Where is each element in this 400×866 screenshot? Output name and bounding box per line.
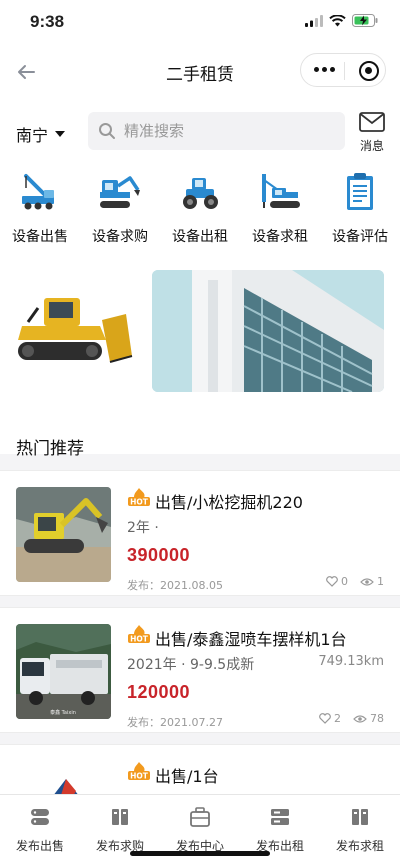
category-rent-out[interactable]: 设备出租 [160, 172, 240, 246]
clipboard-icon [347, 173, 373, 210]
cellular-signal-icon [305, 14, 323, 27]
category-evaluate[interactable]: 设备评估 [320, 172, 400, 246]
heart-icon [326, 576, 338, 587]
nav-bar: 二手租赁 [0, 48, 400, 94]
svg-text:HOT: HOT [130, 772, 149, 781]
roller-tractor-icon [183, 178, 218, 209]
listing-price: 120000 [127, 682, 191, 702]
caret-down-icon [55, 131, 66, 137]
promo-banner[interactable] [0, 270, 400, 396]
listing-title: 出售/泰鑫湿喷车摆样机1台 [155, 630, 347, 649]
listing-thumbnail: 泰鑫 Taixin [16, 624, 111, 719]
excavator-icon [100, 176, 140, 208]
view-stat: 1 [360, 575, 384, 588]
crane-truck-icon [22, 174, 54, 210]
like-count: 0 [341, 575, 348, 588]
category-label: 设备评估 [332, 229, 388, 245]
like-stat[interactable]: 2 [319, 712, 341, 725]
tab-label: 发布求租 [335, 839, 384, 853]
listing-title: 出售/小松挖掘机220 [155, 493, 303, 512]
view-stat: 78 [353, 712, 384, 725]
toolbox-icon [190, 807, 210, 827]
category-grid: 设备出售 设备求购 设备出租 设备求租 设备评估 [0, 172, 400, 246]
category-label: 设备求购 [92, 229, 148, 245]
category-rent-in[interactable]: 设备求租 [240, 172, 320, 246]
status-time: 9:38 [30, 12, 65, 31]
search-box[interactable] [88, 112, 345, 150]
svg-text:HOT: HOT [130, 635, 149, 644]
hot-badge-icon: HOT [128, 625, 150, 644]
capsule-divider [344, 62, 345, 80]
server-icon [271, 809, 289, 825]
listing-price: 390000 [127, 545, 191, 565]
category-sell[interactable]: 设备出售 [0, 172, 80, 246]
listing-date: 发布：2021.08.05 [127, 579, 223, 592]
listing-distance: 749.13km [318, 654, 384, 669]
city-label: 南宁 [16, 126, 49, 145]
listing-stats: 0 1 [326, 575, 384, 588]
close-target-icon[interactable] [359, 61, 379, 81]
message-button[interactable]: 消息 [355, 112, 389, 154]
books-icon [352, 809, 368, 825]
more-dots-icon[interactable] [314, 67, 335, 72]
section-title: 热门推荐 [16, 439, 84, 459]
like-count: 2 [334, 712, 341, 725]
view-count: 78 [370, 712, 384, 725]
building-photo [152, 270, 384, 392]
category-label: 设备求租 [252, 229, 308, 245]
books-icon [112, 809, 128, 825]
view-count: 1 [377, 575, 384, 588]
drill-rig-icon [262, 174, 300, 208]
home-indicator [130, 851, 270, 856]
category-label: 设备出租 [172, 229, 228, 245]
category-label: 设备出售 [12, 229, 68, 245]
eye-icon [360, 577, 374, 586]
listing-card[interactable]: HOT 出售/小松挖掘机220 2年 · 390000 发布：2021.08.0… [0, 470, 400, 596]
listing-date: 发布：2021.07.27 [127, 716, 223, 729]
like-stat[interactable]: 0 [326, 575, 348, 588]
tab-publish-sell[interactable]: 发布出售 [0, 795, 80, 866]
heart-icon [319, 713, 331, 724]
search-icon [99, 123, 115, 139]
eye-icon [353, 714, 367, 723]
status-bar: 9:38 [0, 0, 400, 48]
listing-subtitle: 2年 · [127, 520, 159, 536]
search-input[interactable] [124, 122, 334, 140]
header-panel: 南宁 消息 [0, 94, 400, 459]
listing-title: 出售/1台 [155, 767, 219, 786]
category-buy[interactable]: 设备求购 [80, 172, 160, 246]
svg-text:泰鑫 Taixin: 泰鑫 Taixin [50, 709, 76, 716]
tab-label: 发布出售 [15, 839, 64, 853]
listing-stats: 2 78 [319, 712, 384, 725]
miniprogram-capsule [300, 53, 386, 87]
listing-subtitle: 2021年 · 9-9.5成新 [127, 657, 255, 673]
svg-text:HOT: HOT [130, 498, 149, 507]
hot-badge-icon: HOT [128, 488, 150, 507]
envelope-icon [359, 112, 385, 132]
stack-icon [31, 809, 49, 825]
battery-charging-icon [352, 14, 378, 27]
hot-badge-icon: HOT [128, 762, 150, 781]
app-screen: 9:38 二手租赁 南宁 精准搜索 消息 设备出售 设备求购 设备出租 设备求租… [0, 0, 400, 866]
listing-card[interactable]: 泰鑫 Taixin HOT 出售/泰鑫湿喷车摆样机1台 2021年 · 9-9.… [0, 607, 400, 733]
wifi-icon [329, 14, 346, 26]
listing-thumbnail [16, 487, 111, 582]
message-label: 消息 [359, 139, 384, 153]
tab-publish-rent-in[interactable]: 发布求租 [320, 795, 400, 866]
city-selector[interactable]: 南宁 [16, 122, 66, 146]
status-icons [305, 14, 378, 27]
bulldozer-illustration [18, 298, 133, 363]
